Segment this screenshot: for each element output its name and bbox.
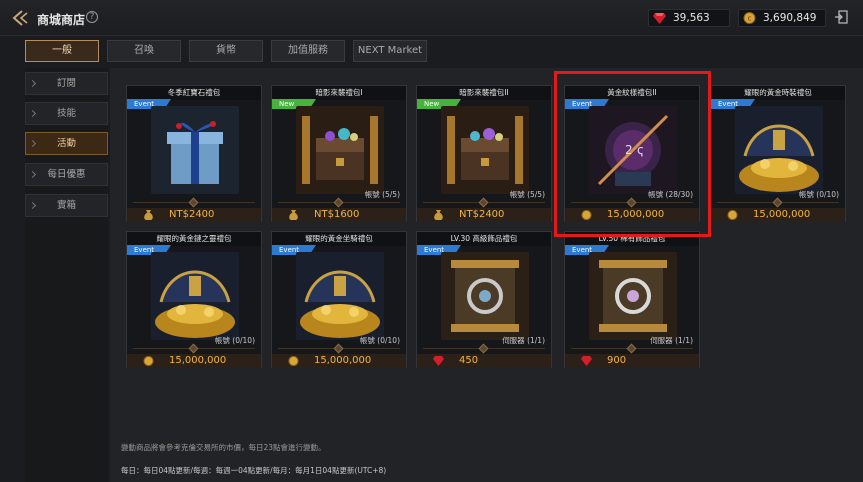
price-value: 15,000,000 — [314, 355, 372, 366]
product-card[interactable]: 耀眼的黃金鏈之靈禮包 Event 帳號 (0/10) 15,000,000 — [126, 231, 262, 368]
sidebar-item-label: 技能 — [56, 108, 76, 119]
reset-schedule-note: 每日：每日04點更新/每週：每週一04點更新/每月：每月1日04點更新(UTC+… — [121, 466, 387, 475]
product-card[interactable]: LV.30 高級飾品禮包 Event 伺服器 (1/1) 450 — [416, 231, 552, 368]
price-tag: NT$2400 — [127, 208, 261, 222]
svg-text:c: c — [748, 15, 752, 23]
price-tag: 900 — [565, 354, 699, 368]
category-sidebar: 訂閱 技能 活動 每日優惠 實箱 — [25, 68, 108, 482]
tab-premium-service[interactable]: 加值服務 — [271, 40, 345, 62]
divider-ornament — [626, 343, 637, 354]
selection-highlight — [554, 71, 711, 237]
product-card[interactable]: 耀眼的黃金時裝禮包 Event 帳號 (0/10) 15,000,000 — [710, 85, 846, 222]
price-value: NT$2400 — [169, 209, 215, 220]
sidebar-item-subscription[interactable]: 訂閱 — [25, 72, 108, 95]
product-title: LV.30 高級飾品禮包 — [417, 232, 551, 246]
sidebar-item-skills[interactable]: 技能 — [25, 102, 108, 125]
page-title: 商城商店 — [37, 13, 86, 27]
product-title: 耀眼的黃金時裝禮包 — [711, 86, 845, 100]
coin-icon — [143, 356, 154, 366]
gold-pile-image — [296, 252, 384, 340]
price-value: 15,000,000 — [753, 209, 811, 220]
scroll-amulet-image — [589, 252, 677, 340]
sidebar-item-chests[interactable]: 實箱 — [25, 194, 108, 217]
purchase-limit: 帳號 (5/5) — [509, 190, 545, 199]
divider-ornament — [478, 197, 489, 208]
chevron-right-icon — [28, 79, 37, 88]
tab-summon[interactable]: 召喚 — [107, 40, 181, 62]
divider-ornament — [333, 197, 344, 208]
money-bag-icon — [434, 210, 443, 220]
price-value: NT$1600 — [314, 209, 360, 220]
sidebar-item-label: 活動 — [56, 138, 76, 149]
coin-balance: c 3,690,849 — [738, 9, 826, 27]
price-change-note: 變動商品將會參考克倫交易所的市價，每日23點會進行變動。 — [121, 443, 326, 452]
product-card[interactable]: 冬季紅寶石禮包 Event NT$2400 — [126, 85, 262, 222]
purchase-limit: 伺服器 (1/1) — [650, 336, 693, 345]
coin-amount: 3,690,849 — [763, 12, 817, 24]
treasure-chest-image — [296, 106, 384, 194]
coin-icon — [288, 356, 299, 366]
sidebar-item-label: 每日優惠 — [47, 169, 86, 180]
divider-ornament — [478, 343, 489, 354]
back-arrow-icon[interactable] — [10, 8, 30, 28]
sidebar-item-label: 訂閱 — [56, 78, 76, 89]
divider-ornament — [188, 343, 199, 354]
tab-general[interactable]: 一般 — [25, 40, 99, 62]
purchase-limit: 帳號 (0/10) — [214, 336, 255, 345]
coin-icon: c — [743, 12, 756, 24]
price-tag: NT$1600 — [272, 208, 406, 222]
product-title: 冬季紅寶石禮包 — [127, 86, 261, 100]
ruby-amount: 39,563 — [673, 12, 710, 24]
tab-currency[interactable]: 貨幣 — [189, 40, 263, 62]
gift-box-image — [151, 106, 239, 194]
treasure-chest-image — [441, 106, 529, 194]
coin-icon — [727, 210, 738, 220]
ruby-icon — [433, 356, 444, 366]
gold-pile-image — [151, 252, 239, 340]
top-bar: 商城商店 ? 39,563 c 3,690,849 — [0, 0, 863, 36]
price-value: 450 — [459, 355, 479, 366]
product-title: 暗影來襲禮包I — [272, 86, 406, 100]
ruby-balance: 39,563 — [648, 9, 730, 27]
product-title: 耀眼的黃金鏈之靈禮包 — [127, 232, 261, 246]
price-tag: 450 — [417, 354, 551, 368]
ruby-icon — [581, 356, 592, 366]
sidebar-item-events[interactable]: 活動 — [25, 132, 108, 155]
product-card[interactable]: 耀眼的黃金坐騎禮包 Event 帳號 (0/10) 15,000,000 — [271, 231, 407, 368]
price-value: 900 — [607, 355, 627, 366]
help-icon[interactable]: ? — [86, 11, 98, 23]
sidebar-item-label: 實箱 — [56, 200, 76, 211]
price-tag: 15,000,000 — [711, 208, 845, 222]
tab-next-market[interactable]: NEXT Market — [353, 40, 427, 62]
ruby-icon — [653, 13, 666, 24]
exit-icon[interactable] — [834, 10, 848, 24]
purchase-limit: 帳號 (0/10) — [359, 336, 400, 345]
product-card[interactable]: 暗影來襲禮包II New 帳號 (5/5) NT$2400 — [416, 85, 552, 222]
gold-pile-image — [735, 106, 823, 194]
sidebar-item-daily-deals[interactable]: 每日優惠 — [25, 163, 108, 186]
price-value: NT$2400 — [459, 209, 505, 220]
divider-ornament — [188, 197, 199, 208]
chevron-right-icon — [28, 139, 37, 148]
product-card[interactable]: 暗影來襲禮包I New 帳號 (5/5) NT$1600 — [271, 85, 407, 222]
divider-ornament — [772, 197, 783, 208]
chevron-right-icon — [28, 201, 37, 210]
product-title: 耀眼的黃金坐騎禮包 — [272, 232, 406, 246]
purchase-limit: 伺服器 (1/1) — [502, 336, 545, 345]
money-bag-icon — [289, 210, 298, 220]
chevron-right-icon — [28, 170, 37, 179]
purchase-limit: 帳號 (0/10) — [798, 190, 839, 199]
chevron-right-icon — [28, 109, 37, 118]
money-bag-icon — [144, 210, 153, 220]
price-value: 15,000,000 — [169, 355, 227, 366]
price-tag: 15,000,000 — [127, 354, 261, 368]
divider-ornament — [333, 343, 344, 354]
price-tag: 15,000,000 — [272, 354, 406, 368]
purchase-limit: 帳號 (5/5) — [364, 190, 400, 199]
product-title: 暗影來襲禮包II — [417, 86, 551, 100]
price-tag: NT$2400 — [417, 208, 551, 222]
product-card[interactable]: LV.50 稀有飾品禮包 Event 伺服器 (1/1) 900 — [564, 231, 700, 368]
scroll-amulet-image — [441, 252, 529, 340]
